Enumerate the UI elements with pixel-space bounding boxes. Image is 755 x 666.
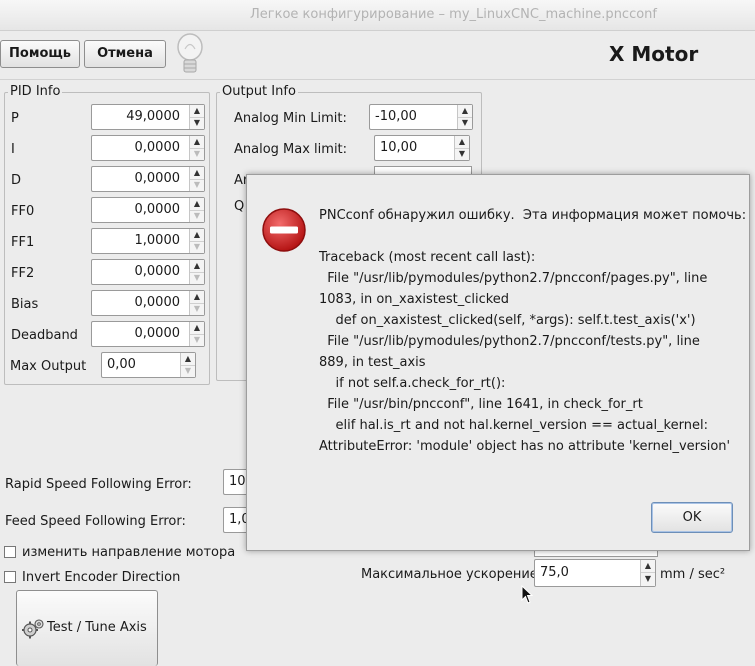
spin-down-icon[interactable]: ▼ <box>190 210 204 222</box>
pid-label-ff0: FF0 <box>11 204 35 219</box>
accel-value: 75,0 <box>540 565 569 580</box>
page-title: X Motor <box>609 42 699 66</box>
header-divider <box>0 79 755 80</box>
spin-down-icon[interactable]: ▼ <box>458 117 472 129</box>
accel-label: Максимальное ускорение: <box>361 567 543 582</box>
reverse-motor-checkbox[interactable] <box>4 546 16 558</box>
test-tune-axis-label: Test / Tune Axis <box>47 620 147 635</box>
pid-label-ff1: FF1 <box>11 235 35 250</box>
pid-ff2-value: 0,0000 <box>134 264 181 279</box>
window-title: Легкое конфигурирование – my_LinuxCNC_ma… <box>250 7 657 22</box>
pid-label-d: D <box>11 173 22 188</box>
rapid-error-label: Rapid Speed Following Error: <box>5 477 192 492</box>
spinner-arrows[interactable]: ▲ ▼ <box>189 260 204 284</box>
max-output-spinner[interactable]: 0,00 ▲ ▼ <box>101 352 196 378</box>
mouse-cursor-icon <box>521 584 535 605</box>
pid-d-value: 0,0000 <box>134 171 181 186</box>
spinner-arrows[interactable]: ▲ ▼ <box>189 229 204 253</box>
error-message-line: elif hal.is_rt and not hal.kernel_versio… <box>319 418 708 433</box>
error-icon <box>261 207 307 253</box>
spin-down-icon[interactable]: ▼ <box>190 334 204 346</box>
spinner-arrows[interactable]: ▲ ▼ <box>189 167 204 191</box>
spin-down-icon[interactable]: ▼ <box>190 148 204 160</box>
pid-ff1-value: 1,0000 <box>134 233 181 248</box>
spinner-arrows[interactable]: ▲ ▼ <box>180 353 195 377</box>
analog-max-label: Analog Max limit: <box>234 142 348 157</box>
feed-error-label: Feed Speed Following Error: <box>5 514 186 529</box>
pid-label-i: I <box>11 142 15 157</box>
error-message-line <box>319 226 746 247</box>
lightbulb-icon <box>174 30 206 78</box>
help-button[interactable]: Помощь <box>0 40 80 68</box>
error-message-line: if not self.a.check_for_rt(): <box>319 376 506 391</box>
spin-down-icon[interactable]: ▼ <box>641 573 655 585</box>
pid-label-p: P <box>11 111 19 126</box>
analog-min-spinner[interactable]: -10,00 ▲ ▼ <box>369 104 473 130</box>
accel-spinner[interactable]: 75,0 ▲ ▼ <box>534 559 656 587</box>
spinner-arrows[interactable]: ▲ ▼ <box>189 291 204 315</box>
spin-down-icon[interactable]: ▼ <box>190 303 204 315</box>
spin-down-icon[interactable]: ▼ <box>455 148 469 160</box>
pid-i-value: 0,0000 <box>134 140 181 155</box>
error-message-line: File "/usr/bin/pncconf", line 1641, in c… <box>319 397 643 412</box>
analog-min-label: Analog Min Limit: <box>234 111 347 126</box>
pid-p-spinner[interactable]: 49,0000 ▲ ▼ <box>91 104 205 130</box>
error-message-line: PNCconf обнаружил ошибку. Эта информация… <box>319 208 747 223</box>
error-message-line: 1083, in on_xaxistest_clicked <box>319 292 510 307</box>
spinner-arrows[interactable]: ▲ ▼ <box>457 105 472 129</box>
pid-ff2-spinner[interactable]: 0,0000 ▲ ▼ <box>91 259 205 285</box>
analog-max-spinner[interactable]: 10,00 ▲ ▼ <box>374 135 470 161</box>
pid-info-legend: PID Info <box>8 84 63 99</box>
error-message-line: def on_xaxistest_clicked(self, *args): s… <box>319 313 696 328</box>
pid-label-deadband: Deadband <box>11 328 78 343</box>
error-message-line: 889, in test_axis <box>319 355 426 370</box>
error-dialog: PNCconf обнаружил ошибку. Эта информация… <box>246 174 750 551</box>
analog-min-value: -10,00 <box>375 109 417 124</box>
spin-down-icon[interactable]: ▼ <box>190 117 204 129</box>
pid-i-spinner[interactable]: 0,0000 ▲ ▼ <box>91 135 205 161</box>
spin-down-icon[interactable]: ▼ <box>190 179 204 191</box>
output-info-legend: Output Info <box>220 84 298 99</box>
spin-down-icon[interactable]: ▼ <box>190 241 204 253</box>
pid-ff1-spinner[interactable]: 1,0000 ▲ ▼ <box>91 228 205 254</box>
spinner-arrows[interactable]: ▲ ▼ <box>454 136 469 160</box>
pid-label-bias: Bias <box>11 297 39 312</box>
spin-down-icon[interactable]: ▼ <box>190 272 204 284</box>
ok-button[interactable]: OK <box>651 502 733 533</box>
error-message-line: File "/usr/lib/pymodules/python2.7/pncco… <box>319 334 700 349</box>
accel-unit: mm / sec² <box>660 567 726 582</box>
spinner-arrows[interactable]: ▲ ▼ <box>640 560 655 586</box>
gears-icon <box>21 618 45 640</box>
pid-d-spinner[interactable]: 0,0000 ▲ ▼ <box>91 166 205 192</box>
error-message-line: AttributeError: 'module' object has no a… <box>319 439 731 454</box>
error-message: PNCconf обнаружил ошибку. Эта информация… <box>319 205 746 457</box>
max-output-value: 0,00 <box>107 357 136 372</box>
pid-ff0-spinner[interactable]: 0,0000 ▲ ▼ <box>91 197 205 223</box>
partial-label-2: Q <box>234 199 245 214</box>
invert-encoder-checkbox[interactable] <box>4 571 16 583</box>
max-output-label: Max Output <box>10 359 87 374</box>
test-tune-axis-button[interactable]: Test / Tune Axis <box>16 590 158 666</box>
pid-p-value: 49,0000 <box>126 109 180 124</box>
cancel-button[interactable]: Отмена <box>84 40 166 68</box>
error-message-line: Traceback (most recent call last): <box>319 250 536 265</box>
spinner-arrows[interactable]: ▲ ▼ <box>189 105 204 129</box>
spinner-arrows[interactable]: ▲ ▼ <box>189 198 204 222</box>
reverse-motor-label: изменить направление мотора <box>22 545 236 560</box>
spin-up-icon[interactable]: ▲ <box>641 560 655 573</box>
pid-ff0-value: 0,0000 <box>134 202 181 217</box>
invert-encoder-label: Invert Encoder Direction <box>22 570 181 585</box>
pid-bias-spinner[interactable]: 0,0000 ▲ ▼ <box>91 290 205 316</box>
pid-label-ff2: FF2 <box>11 266 35 281</box>
spinner-arrows[interactable]: ▲ ▼ <box>189 136 204 160</box>
spinner-arrows[interactable]: ▲ ▼ <box>189 322 204 346</box>
analog-max-value: 10,00 <box>380 140 418 155</box>
pid-bias-value: 0,0000 <box>134 295 181 310</box>
spin-down-icon[interactable]: ▼ <box>181 365 195 377</box>
pid-deadband-spinner[interactable]: 0,0000 ▲ ▼ <box>91 321 205 347</box>
pid-deadband-value: 0,0000 <box>134 326 181 341</box>
error-message-line: File "/usr/lib/pymodules/python2.7/pncco… <box>319 271 708 286</box>
